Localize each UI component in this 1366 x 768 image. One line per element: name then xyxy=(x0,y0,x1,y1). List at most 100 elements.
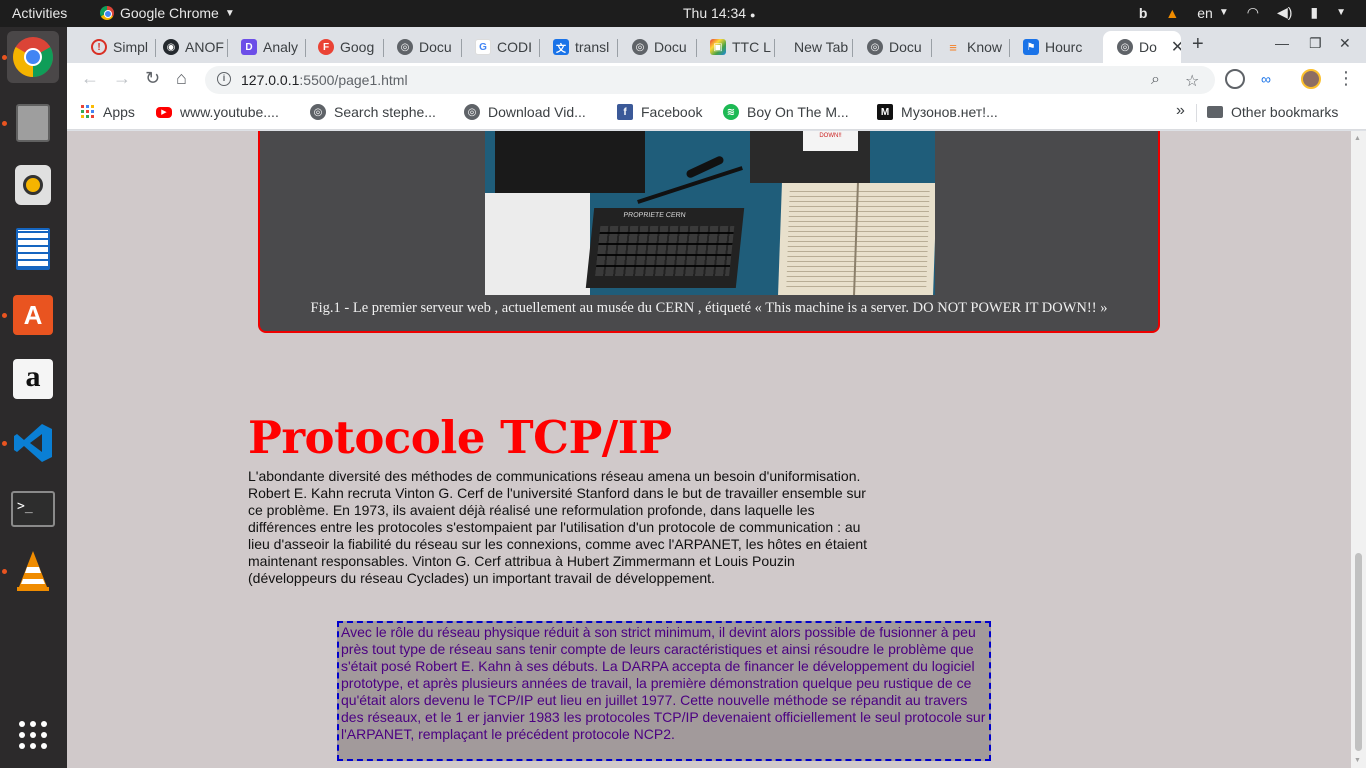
keyboard-layout[interactable]: en xyxy=(1197,5,1213,21)
bookmark-item[interactable]: M Музонов.нет!... xyxy=(877,104,998,120)
tab[interactable]: G CODI xyxy=(461,31,537,63)
clock[interactable]: Thu 14:34 ● xyxy=(683,5,755,21)
address-bar[interactable]: i 127.0.0.1:5500/page1.html ⌕ ☆ xyxy=(205,66,1215,94)
translate-icon: 文 xyxy=(553,39,569,55)
scroll-down-arrow-icon[interactable]: ▼ xyxy=(1354,757,1361,764)
dock-vscode[interactable] xyxy=(7,417,59,469)
battery-icon[interactable]: ▮ xyxy=(1310,4,1318,21)
close-window-button[interactable]: ✕ xyxy=(1339,35,1351,52)
forward-button[interactable]: → xyxy=(113,68,131,89)
github-icon: ◉ xyxy=(163,39,179,55)
new-tab-button[interactable]: + xyxy=(1192,33,1204,56)
chevron-down-icon[interactable]: ▼ xyxy=(1336,7,1346,18)
back-button[interactable]: ← xyxy=(81,68,99,89)
tab[interactable]: ▣ TTC L xyxy=(696,31,772,63)
minimize-button[interactable]: — xyxy=(1275,35,1289,51)
tab[interactable]: ⚑ Hourc xyxy=(1009,31,1085,63)
url-text[interactable]: 127.0.0.1:5500/page1.html xyxy=(241,72,408,88)
avatar[interactable] xyxy=(1301,69,1321,89)
sync-extension-icon[interactable] xyxy=(1225,69,1245,89)
home-button[interactable]: ⌂ xyxy=(176,68,187,89)
tab[interactable]: ◎ Docu xyxy=(618,31,694,63)
other-bookmarks-folder[interactable]: Other bookmarks xyxy=(1207,104,1338,120)
tab-label: ANOF xyxy=(185,39,224,55)
system-top-bar: Activities Google Chrome ▼ Thu 14:34 ● b… xyxy=(0,0,1366,27)
section-heading: Protocole TCP/IP xyxy=(248,411,672,464)
zoom-icon[interactable]: ⌕ xyxy=(1151,71,1160,89)
dock-software-center[interactable]: A xyxy=(7,289,59,341)
dock-libreoffice-writer[interactable] xyxy=(7,223,59,275)
maximize-button[interactable]: ❐ xyxy=(1309,35,1322,52)
bookmark-label: www.youtube.... xyxy=(180,104,279,120)
vlc-tray-icon[interactable]: ▲ xyxy=(1165,5,1179,21)
bookmark-star-icon[interactable]: ☆ xyxy=(1185,71,1199,91)
bookmark-item[interactable]: ◎ Download Vid... xyxy=(464,104,586,120)
show-applications-button[interactable] xyxy=(7,709,59,761)
bookmark-label: Facebook xyxy=(641,104,703,120)
chrome-icon xyxy=(13,37,53,77)
volume-icon[interactable]: ◀) xyxy=(1277,4,1292,21)
tab[interactable]: 文 transl xyxy=(539,31,615,63)
tab[interactable]: ◎ Docu xyxy=(383,31,459,63)
dock-rhythmbox[interactable] xyxy=(7,159,59,211)
muzonov-icon: M xyxy=(877,104,893,120)
globe-icon: ◎ xyxy=(1117,39,1133,55)
tab[interactable]: ≡ Know xyxy=(931,31,1007,63)
page-scrollbar[interactable]: ▲ ▼ xyxy=(1351,131,1366,768)
tab-label: Docu xyxy=(654,39,687,55)
tab[interactable]: F Goog xyxy=(304,31,380,63)
tab-label: Simpl xyxy=(113,39,149,55)
tab-label: CODI xyxy=(497,39,532,55)
book-image xyxy=(778,183,935,295)
monitor-image xyxy=(495,131,645,193)
spotify-icon: ≋ xyxy=(723,104,739,120)
bing-icon[interactable]: b xyxy=(1139,5,1148,21)
folder-icon xyxy=(1207,106,1223,118)
speaker-icon xyxy=(15,165,51,205)
tab[interactable]: ◉ ANOF xyxy=(149,31,225,63)
tab-label: Do xyxy=(1139,39,1157,55)
bookmark-label: Download Vid... xyxy=(488,104,586,120)
tab-active[interactable]: ◎ Do ✕ xyxy=(1103,31,1181,63)
vscode-icon xyxy=(14,424,52,462)
tab[interactable]: ! Simpl xyxy=(77,31,153,63)
tab[interactable]: ◎ Docu xyxy=(853,31,929,63)
bookmarks-overflow-button[interactable]: » xyxy=(1176,102,1185,120)
tab-label: New Tab xyxy=(794,39,849,55)
system-tray[interactable]: b ▲ en ▼ ◠ ◀) ▮ ▼ xyxy=(1139,4,1346,21)
close-tab-icon[interactable]: ✕ xyxy=(1171,37,1181,57)
menu-icon[interactable]: ⋮ xyxy=(1337,68,1355,89)
page-viewport[interactable]: DO NOT POWER DOWN!! PROPRIETE CERN Fig.1… xyxy=(67,131,1351,768)
app-menu[interactable]: Google Chrome ▼ xyxy=(100,5,235,21)
info-icon[interactable]: i xyxy=(217,72,231,86)
tab-strip: ! Simpl ◉ ANOF D Analy F Goog ◎ Docu G C… xyxy=(67,27,1366,63)
document-icon xyxy=(16,228,50,270)
tab[interactable]: New Tab xyxy=(774,31,854,63)
globe-icon: ◎ xyxy=(632,39,648,55)
warning-sign-image: DO NOT POWER DOWN!! xyxy=(803,131,858,151)
wifi-icon[interactable]: ◠ xyxy=(1247,4,1259,21)
bookmark-item[interactable]: ≋ Boy On The M... xyxy=(723,104,849,120)
bookmark-item[interactable]: ▶ www.youtube.... xyxy=(156,104,279,120)
terminal-icon: >_ xyxy=(11,491,55,527)
dock-terminal[interactable]: >_ xyxy=(7,483,59,535)
reload-button[interactable]: ↻ xyxy=(145,68,160,89)
chevron-down-icon: ▼ xyxy=(224,7,235,19)
dock-amazon[interactable]: a xyxy=(7,353,59,405)
running-indicator xyxy=(2,313,7,318)
infinity-extension-icon[interactable]: ∞ xyxy=(1256,69,1276,89)
bookmark-item[interactable]: ◎ Search stephe... xyxy=(310,104,436,120)
scroll-thumb[interactable] xyxy=(1355,553,1362,751)
bookmark-item[interactable]: f Facebook xyxy=(617,104,702,120)
keyboard-label: PROPRIETE CERN xyxy=(623,212,687,219)
activities-button[interactable]: Activities xyxy=(12,5,67,21)
scroll-up-arrow-icon[interactable]: ▲ xyxy=(1354,135,1361,142)
bookmark-label: Apps xyxy=(103,104,135,120)
tab[interactable]: D Analy xyxy=(227,31,303,63)
bookmark-item[interactable]: Apps xyxy=(81,104,135,120)
tab-label: TTC L xyxy=(732,39,771,55)
dock-vlc[interactable] xyxy=(7,545,59,597)
tab-label: transl xyxy=(575,39,610,55)
dock-chrome[interactable] xyxy=(7,31,59,83)
dock-files[interactable] xyxy=(7,97,59,149)
